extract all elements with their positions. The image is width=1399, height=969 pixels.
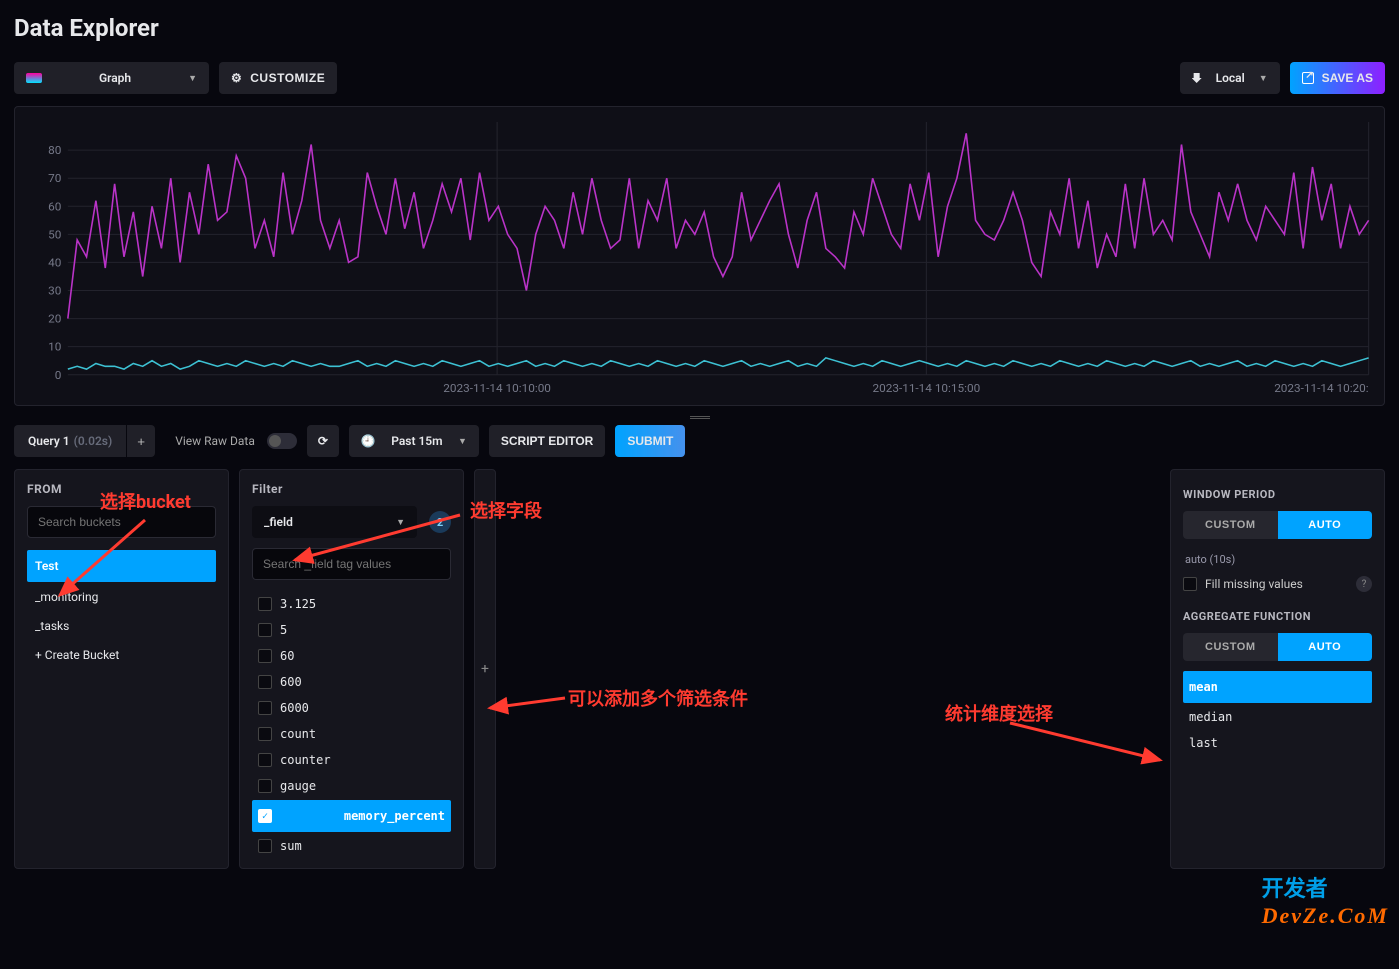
- field-item[interactable]: sum: [252, 834, 451, 856]
- help-icon[interactable]: ?: [1356, 576, 1372, 592]
- page-title: Data Explorer: [14, 14, 1385, 42]
- agg-title: AGGREGATE FUNCTION: [1183, 610, 1372, 623]
- agg-item[interactable]: median: [1183, 705, 1372, 729]
- top-toolbar: Graph ▼ ⚙ CUSTOMIZE Local ▼ SAVE AS: [14, 62, 1385, 94]
- viz-type-label: Graph: [99, 71, 131, 85]
- field-item[interactable]: 600: [252, 670, 451, 694]
- field-list: 3.1255606006000countcountergauge✓memory_…: [252, 592, 451, 856]
- svg-text:30: 30: [48, 284, 61, 298]
- pin-icon: [1192, 73, 1202, 83]
- gear-icon: ⚙: [231, 71, 242, 85]
- agg-list: meanmedianlast: [1183, 671, 1372, 856]
- bucket-search-input[interactable]: [27, 506, 216, 538]
- from-panel: FROM Test_monitoring_tasks+ Create Bucke…: [14, 469, 229, 869]
- checkbox-icon: [258, 623, 272, 637]
- script-editor-button[interactable]: SCRIPT EDITOR: [489, 425, 605, 457]
- agg-item[interactable]: last: [1183, 731, 1372, 755]
- field-item[interactable]: gauge: [252, 774, 451, 798]
- field-item[interactable]: 6000: [252, 696, 451, 720]
- window-period-title: WINDOW PERIOD: [1183, 488, 1372, 501]
- clock-icon: 🕘: [361, 434, 376, 448]
- bucket-item[interactable]: _tasks: [27, 612, 216, 640]
- line-chart: 0 10 20 30 40 50 60 70 80 2023-11-14 10:10:00 202…: [25, 117, 1374, 400]
- field-item[interactable]: count: [252, 722, 451, 746]
- svg-text:80: 80: [48, 143, 61, 157]
- filter-title: Filter: [252, 482, 451, 496]
- agg-auto-button[interactable]: AUTO: [1278, 633, 1373, 661]
- watermark: 开发者 DevZe.CoM: [1262, 871, 1389, 929]
- bucket-item[interactable]: + Create Bucket: [27, 641, 216, 669]
- svg-text:70: 70: [48, 172, 61, 186]
- svg-text:2023-11-14 10:15:00: 2023-11-14 10:15:00: [873, 381, 981, 395]
- chevron-down-icon: ▼: [458, 436, 467, 447]
- window-mode-toggle[interactable]: CUSTOM AUTO: [1183, 511, 1372, 539]
- add-filter-button[interactable]: +: [474, 469, 496, 869]
- view-raw-toggle[interactable]: [267, 433, 297, 449]
- checkbox-icon: [258, 649, 272, 663]
- field-item[interactable]: 60: [252, 644, 451, 668]
- submit-button[interactable]: SUBMIT: [615, 425, 685, 457]
- save-as-button[interactable]: SAVE AS: [1290, 62, 1385, 94]
- field-search-input[interactable]: [252, 548, 451, 580]
- agg-mode-toggle[interactable]: CUSTOM AUTO: [1183, 633, 1372, 661]
- customize-button[interactable]: ⚙ CUSTOMIZE: [219, 62, 337, 94]
- field-item[interactable]: 3.125: [252, 592, 451, 616]
- bucket-list: Test_monitoring_tasks+ Create Bucket: [27, 550, 216, 856]
- filter-key-select[interactable]: _field ▼: [252, 506, 417, 538]
- field-item[interactable]: ✓memory_percent: [252, 800, 451, 832]
- window-hint: auto (10s): [1183, 549, 1372, 576]
- query-tab[interactable]: Query 1 (0.02s): [14, 425, 126, 457]
- viz-type-select[interactable]: Graph ▼: [14, 62, 209, 94]
- agg-custom-button[interactable]: CUSTOM: [1183, 633, 1278, 661]
- query-row: Query 1 (0.02s) + View Raw Data ⟳ 🕘 Past…: [14, 425, 1385, 457]
- checkbox-icon: ✓: [258, 809, 272, 823]
- query-builder: FROM Test_monitoring_tasks+ Create Bucke…: [14, 469, 1385, 869]
- right-panel: WINDOW PERIOD CUSTOM AUTO auto (10s) Fil…: [1170, 469, 1385, 869]
- svg-text:2023-11-14 10:20:: 2023-11-14 10:20:: [1274, 381, 1369, 395]
- checkbox-icon: [258, 675, 272, 689]
- chevron-down-icon: ▼: [188, 73, 197, 84]
- svg-text:60: 60: [48, 200, 61, 214]
- agg-item[interactable]: mean: [1183, 671, 1372, 703]
- bucket-item[interactable]: Test: [27, 550, 216, 582]
- time-range-select[interactable]: 🕘 Past 15m ▼: [349, 425, 479, 457]
- filter-panel: Filter _field ▼ 2 3.1255606006000countco…: [239, 469, 464, 869]
- refresh-button[interactable]: ⟳: [307, 425, 339, 457]
- svg-text:50: 50: [48, 228, 61, 242]
- filter-count-badge: 2: [429, 511, 451, 533]
- checkbox-icon: [258, 597, 272, 611]
- chevron-down-icon: ▼: [396, 517, 405, 528]
- checkbox-icon: [258, 701, 272, 715]
- add-query-button[interactable]: +: [127, 425, 155, 457]
- window-custom-button[interactable]: CUSTOM: [1183, 511, 1278, 539]
- checkbox-icon: [258, 839, 272, 853]
- checkbox-icon: [258, 753, 272, 767]
- svg-text:40: 40: [48, 256, 61, 270]
- fill-missing-row[interactable]: Fill missing values ?: [1183, 576, 1372, 592]
- chevron-down-icon: ▼: [1259, 73, 1268, 84]
- window-auto-button[interactable]: AUTO: [1278, 511, 1373, 539]
- resize-handle[interactable]: [14, 416, 1385, 419]
- field-item[interactable]: counter: [252, 748, 451, 772]
- svg-text:0: 0: [55, 368, 62, 382]
- export-icon: [1302, 72, 1314, 84]
- view-raw-label: View Raw Data: [175, 434, 255, 448]
- refresh-icon: ⟳: [318, 434, 328, 448]
- bucket-item[interactable]: _monitoring: [27, 583, 216, 611]
- svg-text:10: 10: [48, 340, 61, 354]
- svg-text:20: 20: [48, 312, 61, 326]
- timezone-select[interactable]: Local ▼: [1180, 62, 1280, 94]
- from-title: FROM: [27, 482, 216, 496]
- graph-icon: [26, 73, 42, 83]
- chart-panel: 0 10 20 30 40 50 60 70 80 2023-11-14 10:10:00 202…: [14, 106, 1385, 406]
- checkbox-icon: [258, 727, 272, 741]
- field-item[interactable]: 5: [252, 618, 451, 642]
- checkbox-icon: [258, 779, 272, 793]
- fill-missing-checkbox[interactable]: [1183, 577, 1197, 591]
- svg-text:2023-11-14 10:10:00: 2023-11-14 10:10:00: [443, 381, 551, 395]
